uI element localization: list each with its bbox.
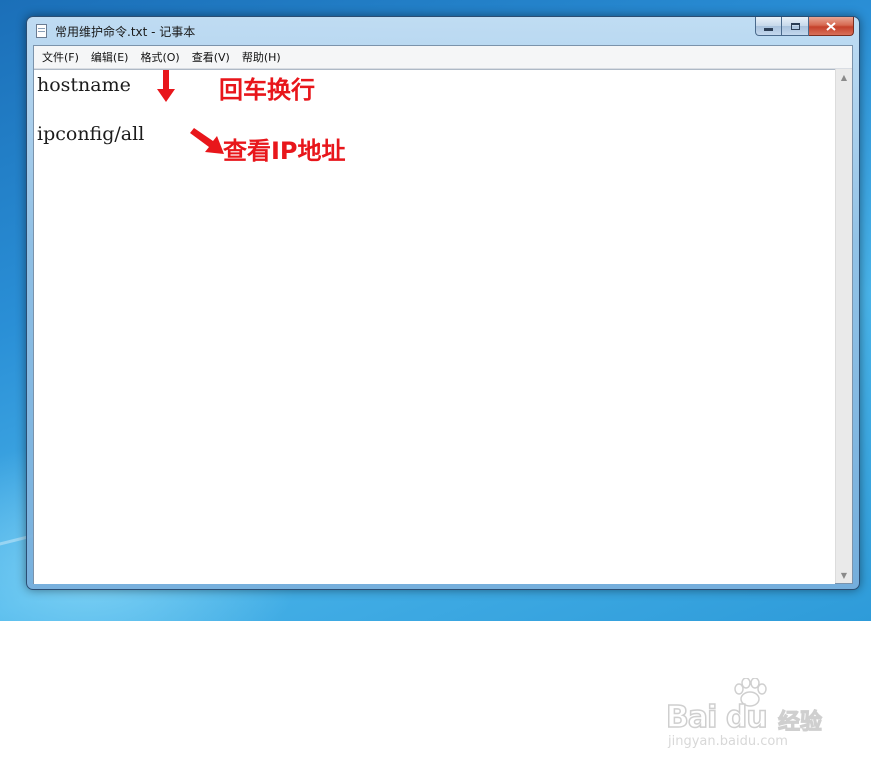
minimize-button[interactable] [755,17,782,36]
menu-bar: 文件(F) 编辑(E) 格式(O) 查看(V) 帮助(H) [34,46,852,69]
notepad-client-area: 文件(F) 编辑(E) 格式(O) 查看(V) 帮助(H) hostname i… [33,45,853,584]
close-icon [826,21,836,31]
desktop-background: 常用维护命令.txt - 记事本 文件(F) 编辑(E) 格式(O) 查看(V)… [0,0,871,621]
watermark-logo: Bai du [665,699,768,736]
annotation-view-ip: 查看IP地址 [223,137,346,165]
notepad-icon[interactable] [36,24,47,38]
menu-help[interactable]: 帮助(H) [236,47,287,67]
maximize-button[interactable] [782,17,809,36]
menu-format[interactable]: 格式(O) [134,47,185,67]
notepad-window: 常用维护命令.txt - 记事本 文件(F) 编辑(E) 格式(O) 查看(V)… [26,16,860,590]
minimize-icon [764,28,773,31]
vertical-scrollbar[interactable]: ▲ ▼ [835,69,852,583]
window-title: 常用维护命令.txt - 记事本 [55,25,196,39]
maximize-icon [790,22,800,30]
menu-file[interactable]: 文件(F) [36,47,85,67]
text-line-hostname: hostname [37,74,131,96]
scroll-down-icon[interactable]: ▼ [836,567,852,583]
text-editor-area[interactable]: hostname ipconfig/all 回车换行 查看IP地址 [34,69,835,584]
menu-edit[interactable]: 编辑(E) [85,47,135,67]
menu-view[interactable]: 查看(V) [186,47,236,67]
title-bar[interactable]: 常用维护命令.txt - 记事本 [27,17,859,45]
arrow-down-icon [157,70,175,102]
annotation-enter-newline: 回车换行 [219,76,315,104]
watermark-url: jingyan.baidu.com [668,734,788,749]
scroll-up-icon[interactable]: ▲ [836,69,852,85]
text-line-ipconfig: ipconfig/all [37,123,145,145]
arrow-right-down-icon [190,128,224,154]
close-button[interactable] [809,17,854,36]
baidu-jingyan-watermark: Bai du 经验 jingyan.baidu.com [665,678,826,750]
caption-buttons [755,17,854,36]
watermark-brand: 经验 [777,710,823,736]
